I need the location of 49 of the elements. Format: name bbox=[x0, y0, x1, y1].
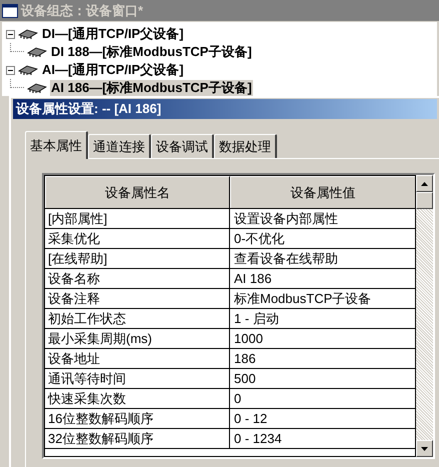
chip-icon bbox=[17, 65, 39, 75]
table-cell: [在线帮助] bbox=[45, 249, 230, 268]
scroll-down-button[interactable] bbox=[416, 440, 433, 457]
column-header: 设备属性值 bbox=[230, 176, 415, 208]
table-cell: 设备地址 bbox=[45, 349, 230, 368]
tree-item[interactable]: DI—[通用TCP/IP父设备] bbox=[41, 26, 185, 42]
table-cell: 设备注释 bbox=[45, 289, 230, 308]
down-arrow-icon bbox=[421, 446, 428, 450]
table-cell: 通讯等待时间 bbox=[45, 369, 230, 388]
table-cell: 32位整数解码顺序 bbox=[45, 429, 230, 448]
chip-icon bbox=[26, 47, 48, 57]
scroll-thumb[interactable] bbox=[416, 192, 433, 209]
up-arrow-icon bbox=[421, 182, 428, 186]
table-cell-text: 500 bbox=[233, 370, 257, 388]
table-cell-text: 0-不优化 bbox=[233, 230, 286, 248]
table-cell-text: 1000 bbox=[233, 330, 264, 348]
table-cell-text: AI 186 bbox=[233, 270, 273, 288]
table-cell-text: 0 bbox=[233, 390, 242, 408]
table-cell: 快速采集次数 bbox=[45, 389, 230, 408]
tree-item[interactable]: AI—[通用TCP/IP父设备] bbox=[41, 62, 185, 78]
table-cell-text: 查看设备在线帮助 bbox=[233, 250, 339, 268]
table-cell-text: 标准ModbusTCP子设备 bbox=[233, 290, 372, 308]
scrollbar[interactable] bbox=[416, 175, 433, 457]
chip-icon bbox=[26, 83, 48, 93]
table-cell: 16位整数解码顺序 bbox=[45, 409, 230, 428]
table-cell: [内部属性] bbox=[45, 209, 230, 228]
tree-item[interactable]: AI 186—[标准ModbusTCP子设备] bbox=[50, 80, 253, 96]
collapse-icon[interactable] bbox=[6, 66, 15, 74]
table-cell: 最小采集周期(ms) bbox=[45, 329, 230, 348]
table-cell-text: 1 - 启动 bbox=[233, 310, 280, 328]
table-cell: 初始工作状态 bbox=[45, 309, 230, 328]
chip-icon bbox=[17, 29, 39, 39]
window-icon bbox=[2, 4, 18, 18]
table-cell: 设备名称 bbox=[45, 269, 230, 288]
table-cell-text: 186 bbox=[233, 350, 257, 368]
scroll-up-button[interactable] bbox=[416, 175, 433, 192]
table-cell: 采集优化 bbox=[45, 229, 230, 248]
tab[interactable]: 数据处理 bbox=[214, 134, 277, 158]
table-cell-text: 设置设备内部属性 bbox=[233, 210, 339, 228]
tab[interactable]: 设备调试 bbox=[151, 134, 214, 158]
tree-item[interactable]: DI 188—[标准ModbusTCP子设备] bbox=[50, 44, 253, 60]
table-cell-text: 0 - 12 bbox=[233, 410, 268, 428]
window-title: 设备组态：设备窗口* bbox=[21, 2, 144, 20]
collapse-icon[interactable] bbox=[6, 30, 15, 38]
column-header: 设备属性名 bbox=[45, 176, 230, 208]
tab[interactable]: 通道连接 bbox=[88, 134, 151, 158]
table-cell-text: 0 - 1234 bbox=[233, 430, 283, 448]
tab[interactable]: 基本属性 bbox=[25, 131, 88, 159]
dialog-title: 设备属性设置: -- [AI 186] bbox=[16, 100, 162, 118]
